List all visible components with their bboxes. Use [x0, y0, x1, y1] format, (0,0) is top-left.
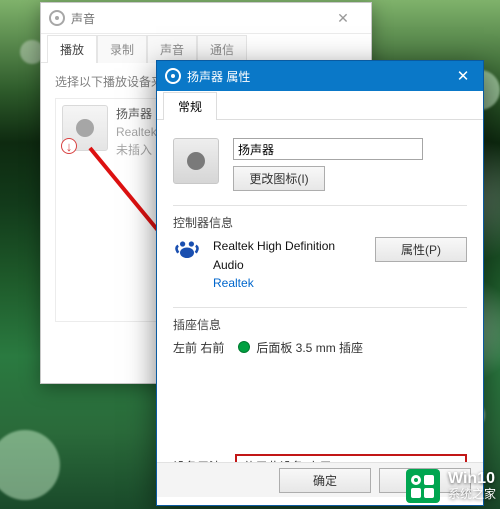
- tab-general[interactable]: 常规: [163, 92, 217, 120]
- jack-dot-green-icon: [238, 341, 250, 353]
- watermark-text: Win10 系统之家: [448, 470, 496, 502]
- divider: [173, 307, 467, 308]
- controller-section-label: 控制器信息: [173, 214, 467, 231]
- speaker-properties-window: 扬声器 属性 ✕ 常规 更改图标(I) 控制器信息: [156, 60, 484, 506]
- device-thumb-icon: [173, 138, 219, 184]
- close-icon[interactable]: ✕: [443, 61, 483, 91]
- bokeh-decor: [0, 430, 60, 500]
- watermark-line1: Win10: [448, 470, 496, 488]
- desktop-background: 声音 ✕ 播放 录制 声音 通信 选择以下播放设备来修改设 ↓ 扬声器 Real…: [0, 0, 500, 509]
- controller-name: Realtek High Definition Audio: [213, 237, 363, 274]
- watermark: Win10 系统之家: [406, 469, 496, 503]
- divider: [173, 205, 467, 206]
- properties-body: 更改图标(I) 控制器信息 Realtek High Definition Au…: [157, 120, 483, 366]
- jack-row: 左前 右前 后面板 3.5 mm 插座: [173, 339, 467, 356]
- watermark-line2: 系统之家: [448, 488, 496, 502]
- properties-tabs: 常规: [157, 91, 483, 120]
- jack-section-label: 插座信息: [173, 316, 467, 333]
- device-identity-row: 更改图标(I): [173, 138, 467, 191]
- controller-properties-button[interactable]: 属性(P): [375, 237, 467, 262]
- controller-vendor-link[interactable]: Realtek: [213, 274, 363, 293]
- change-icon-button[interactable]: 更改图标(I): [233, 166, 325, 191]
- ok-button[interactable]: 确定: [279, 468, 371, 493]
- jack-indicator: 后面板 3.5 mm 插座: [238, 339, 363, 356]
- properties-titlebar[interactable]: 扬声器 属性 ✕: [157, 61, 483, 91]
- controller-texts: Realtek High Definition Audio Realtek: [213, 237, 363, 293]
- jack-description: 后面板 3.5 mm 插座: [256, 339, 363, 356]
- jack-channels: 左前 右前: [173, 339, 224, 356]
- watermark-logo-icon: [406, 469, 440, 503]
- speaker-icon: [165, 68, 181, 84]
- device-name-input[interactable]: [233, 138, 423, 160]
- controller-row: Realtek High Definition Audio Realtek 属性…: [173, 237, 467, 293]
- driver-crab-icon: [173, 237, 201, 265]
- properties-title: 扬声器 属性: [187, 68, 443, 85]
